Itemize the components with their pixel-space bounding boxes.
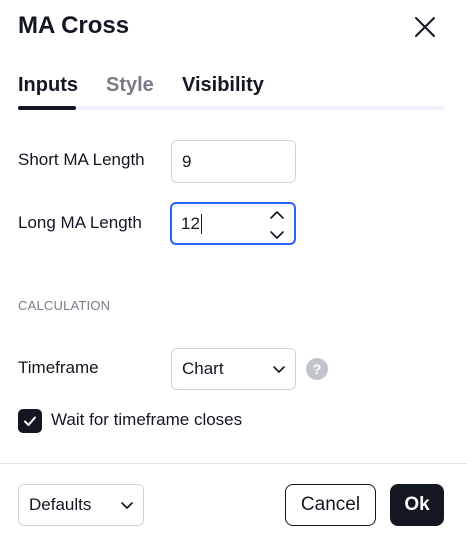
long-ma-spinner[interactable] <box>268 208 286 242</box>
short-ma-input[interactable]: 9 <box>171 140 296 183</box>
tab-style[interactable]: Style <box>106 74 154 97</box>
long-ma-value: 12 <box>181 213 200 233</box>
text-caret <box>200 213 202 234</box>
long-ma-input[interactable]: 12 <box>170 202 296 245</box>
chevron-down-icon <box>273 366 285 373</box>
close-button[interactable] <box>410 12 440 42</box>
cancel-button[interactable]: Cancel <box>285 484 376 526</box>
timeframe-select[interactable]: Chart <box>171 348 296 390</box>
calculation-section-title: CALCULATION <box>18 298 111 313</box>
short-ma-label: Short MA Length <box>18 150 145 169</box>
defaults-dropdown[interactable]: Defaults <box>18 484 144 526</box>
defaults-label: Defaults <box>29 495 92 514</box>
tab-inputs[interactable]: Inputs <box>18 74 78 97</box>
chevron-down-icon <box>121 502 133 509</box>
help-icon[interactable]: ? <box>306 358 328 380</box>
tab-track <box>18 106 444 110</box>
short-ma-value: 9 <box>182 151 192 171</box>
dialog-title: MA Cross <box>18 12 130 39</box>
chevron-down-icon[interactable] <box>268 228 286 242</box>
footer-divider <box>0 463 467 464</box>
chevron-up-icon[interactable] <box>268 208 286 222</box>
timeframe-label: Timeframe <box>18 358 99 377</box>
ok-button[interactable]: Ok <box>390 484 444 526</box>
timeframe-value: Chart <box>182 359 224 378</box>
wait-timeframe-label[interactable]: Wait for timeframe closes <box>51 410 242 430</box>
long-ma-label: Long MA Length <box>18 213 142 232</box>
close-icon <box>415 17 435 37</box>
checkmark-icon <box>24 416 36 426</box>
wait-timeframe-checkbox[interactable] <box>18 409 42 433</box>
tab-bar: Inputs Style Visibility <box>18 74 444 110</box>
tab-visibility[interactable]: Visibility <box>182 74 264 97</box>
tab-active-indicator <box>18 106 76 110</box>
